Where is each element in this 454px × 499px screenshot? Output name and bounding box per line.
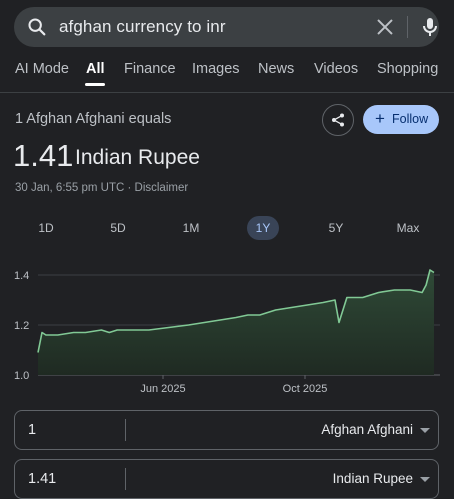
range-1y[interactable]: 1Y — [247, 216, 279, 240]
clear-icon[interactable] — [374, 16, 396, 38]
follow-button[interactable]: + Follow — [363, 105, 439, 134]
header-divider — [0, 92, 454, 93]
x-tick-label: Jun 2025 — [140, 383, 185, 395]
target-currency-name: Indian Rupee — [75, 146, 200, 169]
y-tick-label: 1.4 — [14, 270, 29, 282]
plus-icon: + — [375, 109, 385, 128]
search-tabs: AI Mode All Finance Images News Videos S… — [0, 55, 454, 86]
tab-videos[interactable]: Videos — [314, 61, 358, 77]
chevron-down-icon[interactable] — [420, 428, 430, 433]
chart-svg: 1.4 1.2 1.0 Jun 2025 Oct 2025 — [14, 269, 440, 395]
search-icon — [28, 18, 46, 36]
share-button[interactable] — [322, 104, 354, 136]
from-currency-select[interactable]: Afghan Afghani — [321, 422, 413, 437]
exchange-rate-value: 1.41 — [13, 138, 74, 173]
y-tick-label: 1.0 — [14, 370, 29, 382]
converter-from-row: 1 Afghan Afghani — [14, 410, 439, 450]
y-tick-label: 1.2 — [14, 320, 29, 332]
converter-separator — [125, 419, 126, 441]
conversion-equals-label: 1 Afghan Afghani equals — [15, 111, 172, 127]
chevron-down-icon[interactable] — [420, 477, 430, 482]
from-amount-input[interactable]: 1 — [28, 422, 36, 438]
converter-to-row: 1.41 Indian Rupee — [14, 459, 439, 499]
rate-timestamp[interactable]: 30 Jan, 6:55 pm UTC · Disclaimer — [15, 182, 188, 194]
exchange-rate-chart[interactable]: 1.4 1.2 1.0 Jun 2025 Oct 2025 — [0, 255, 454, 400]
range-1m[interactable]: 1M — [179, 216, 203, 240]
range-1d[interactable]: 1D — [34, 216, 58, 240]
range-5d[interactable]: 5D — [106, 216, 130, 240]
tab-shopping[interactable]: Shopping — [377, 61, 438, 77]
tab-images[interactable]: Images — [192, 61, 240, 77]
range-max[interactable]: Max — [394, 216, 422, 240]
tab-all[interactable]: All — [86, 61, 105, 77]
tab-ai-mode[interactable]: AI Mode — [15, 61, 69, 77]
range-5y[interactable]: 5Y — [324, 216, 348, 240]
converter-separator — [125, 468, 126, 490]
to-currency-select[interactable]: Indian Rupee — [333, 471, 413, 486]
search-bar[interactable]: afghan currency to inr — [14, 7, 439, 47]
tab-news[interactable]: News — [258, 61, 294, 77]
microphone-icon[interactable] — [418, 15, 442, 39]
to-amount-input[interactable]: 1.41 — [28, 471, 56, 487]
search-divider — [407, 16, 408, 38]
active-tab-indicator — [85, 83, 105, 86]
share-icon — [332, 113, 344, 127]
tab-finance[interactable]: Finance — [124, 61, 176, 77]
x-tick-label: Oct 2025 — [283, 383, 328, 395]
search-input[interactable]: afghan currency to inr — [59, 17, 226, 37]
area-fill — [38, 270, 434, 375]
follow-button-label: Follow — [392, 112, 429, 126]
